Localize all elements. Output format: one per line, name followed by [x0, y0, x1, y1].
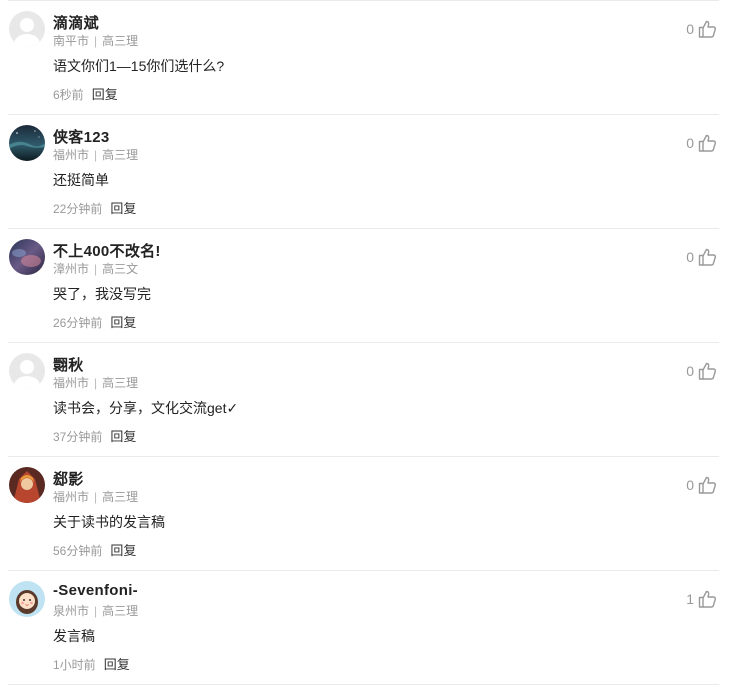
thumbs-up-icon: [698, 20, 717, 38]
reply-button[interactable]: 回复: [92, 87, 118, 102]
user-meta: 南平市 | 高三理: [53, 32, 138, 49]
comment-text: 语文你们1—15你们选什么?: [53, 58, 225, 74]
comment-text: 读书会，分享，文化交流get✓: [53, 400, 239, 416]
user-grade: 高三理: [102, 490, 139, 504]
like-count: 0: [686, 477, 694, 493]
user-name[interactable]: 郄影: [53, 468, 84, 489]
user-grade: 高三文: [102, 262, 139, 276]
user-city: 南平市: [53, 34, 90, 48]
like-button[interactable]: 0: [686, 132, 717, 154]
like-count: 0: [686, 249, 694, 265]
user-city: 福州市: [53, 376, 90, 390]
meta-separator: |: [94, 376, 98, 390]
user-name[interactable]: 侠客123: [53, 126, 110, 147]
thumbs-up-icon: [698, 134, 717, 152]
comment-footer: 37分钟前 回复: [53, 426, 136, 445]
night-sky-avatar-icon[interactable]: [9, 125, 45, 161]
meta-separator: |: [94, 148, 98, 162]
like-count: 1: [686, 591, 694, 607]
user-city: 福州市: [53, 490, 90, 504]
comment-time: 1小时前: [53, 658, 96, 672]
comment-footer: 6秒前 回复: [53, 84, 118, 103]
comment-item: 不上400不改名! 漳州市 | 高三文 哭了，我没写完 26分钟前 回复 0: [8, 228, 719, 342]
comment-time: 6秒前: [53, 88, 84, 102]
thumbs-up-icon: [698, 362, 717, 380]
meta-separator: |: [94, 262, 98, 276]
like-button[interactable]: 1: [686, 588, 717, 610]
thumbs-up-icon: [698, 590, 717, 608]
comment-time: 37分钟前: [53, 430, 103, 444]
comment-text: 还挺简单: [53, 172, 109, 188]
user-name[interactable]: 不上400不改名!: [53, 240, 161, 261]
reply-button[interactable]: 回复: [110, 543, 136, 558]
dusk-sky-avatar-icon[interactable]: [9, 239, 45, 275]
user-city: 漳州市: [53, 262, 90, 276]
user-name[interactable]: -Sevenfoni-: [53, 582, 138, 599]
meta-separator: |: [94, 604, 98, 618]
comment-text: 发言稿: [53, 628, 95, 644]
thumbs-up-icon: [698, 476, 717, 494]
user-name[interactable]: 翾秋: [53, 354, 84, 375]
user-grade: 高三理: [102, 34, 139, 48]
like-button[interactable]: 0: [686, 246, 717, 268]
user-meta: 福州市 | 高三理: [53, 488, 138, 505]
default-avatar-icon[interactable]: [9, 353, 45, 389]
user-city: 泉州市: [53, 604, 90, 618]
user-meta: 漳州市 | 高三文: [53, 260, 138, 277]
reply-button[interactable]: 回复: [110, 429, 136, 444]
comment-item: 翾秋 福州市 | 高三理 读书会，分享，文化交流get✓ 37分钟前 回复 0: [8, 342, 719, 456]
reply-button[interactable]: 回复: [110, 315, 136, 330]
like-button[interactable]: 0: [686, 18, 717, 40]
user-meta: 福州市 | 高三理: [53, 146, 138, 163]
user-meta: 福州市 | 高三理: [53, 374, 138, 391]
comment-item: 郄影 福州市 | 高三理 关于读书的发言稿 56分钟前 回复 0: [8, 456, 719, 570]
comment-item: -Sevenfoni- 泉州市 | 高三理 发言稿 1小时前 回复 1: [8, 570, 719, 685]
meta-separator: |: [94, 490, 98, 504]
default-avatar-icon[interactable]: [9, 11, 45, 47]
like-count: 0: [686, 135, 694, 151]
comment-footer: 56分钟前 回复: [53, 540, 136, 559]
comment-footer: 26分钟前 回复: [53, 312, 136, 331]
comment-item: 滴滴斌 南平市 | 高三理 语文你们1—15你们选什么? 6秒前 回复 0: [8, 0, 719, 114]
user-name[interactable]: 滴滴斌: [53, 12, 99, 33]
user-city: 福州市: [53, 148, 90, 162]
like-count: 0: [686, 363, 694, 379]
meta-separator: |: [94, 34, 98, 48]
comment-footer: 1小时前 回复: [53, 654, 130, 673]
reply-button[interactable]: 回复: [110, 201, 136, 216]
comment-time: 22分钟前: [53, 202, 103, 216]
user-grade: 高三理: [102, 604, 139, 618]
comment-time: 56分钟前: [53, 544, 103, 558]
comment-footer: 22分钟前 回复: [53, 198, 136, 217]
comment-list: 滴滴斌 南平市 | 高三理 语文你们1—15你们选什么? 6秒前 回复 0 侠客123…: [0, 0, 739, 685]
user-meta: 泉州市 | 高三理: [53, 602, 138, 619]
like-button[interactable]: 0: [686, 360, 717, 382]
comment-item: 侠客123 福州市 | 高三理 还挺简单 22分钟前 回复 0: [8, 114, 719, 228]
user-grade: 高三理: [102, 376, 139, 390]
character-avatar-icon[interactable]: [9, 467, 45, 503]
comment-time: 26分钟前: [53, 316, 103, 330]
like-count: 0: [686, 21, 694, 37]
thumbs-up-icon: [698, 248, 717, 266]
cartoon-girl-avatar-icon[interactable]: [9, 581, 45, 617]
comment-text: 关于读书的发言稿: [53, 514, 165, 530]
like-button[interactable]: 0: [686, 474, 717, 496]
comment-text: 哭了，我没写完: [53, 286, 151, 302]
reply-button[interactable]: 回复: [104, 657, 130, 672]
user-grade: 高三理: [102, 148, 139, 162]
